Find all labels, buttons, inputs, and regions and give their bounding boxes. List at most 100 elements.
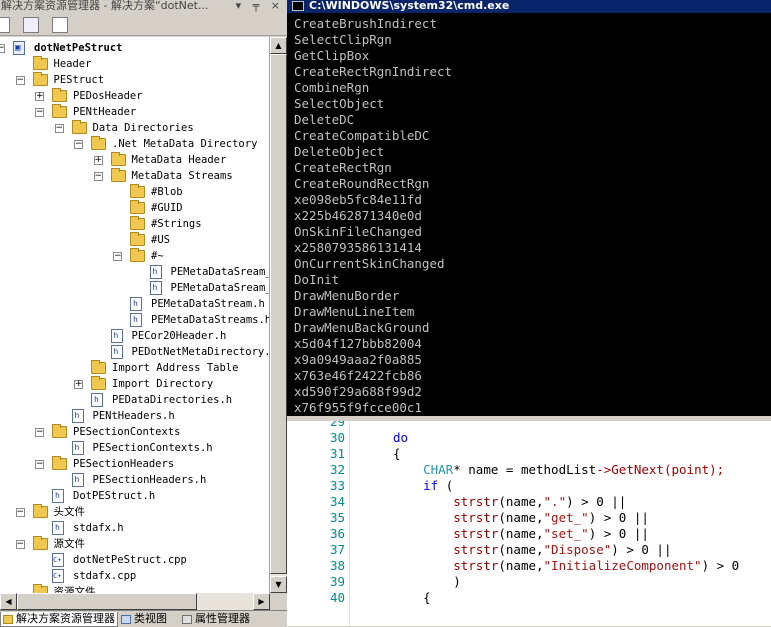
expand-icon[interactable]: +	[93, 156, 103, 165]
tree-item[interactable]: dotNetPeStruct.cpp	[0, 552, 269, 568]
tree-item[interactable]: − PENtHeader	[0, 104, 269, 120]
expand-icon[interactable]: +	[74, 380, 83, 389]
console-output[interactable]: CreateBrushIndirect SelectClipRgn GetClipB…	[287, 13, 771, 416]
tree-item[interactable]: − PEStruct	[0, 72, 269, 88]
scroll-right-icon[interactable]: ▶	[253, 593, 270, 610]
tab-solution-explorer[interactable]: 解决方案资源管理器	[0, 612, 118, 627]
code-line[interactable]: if (	[393, 478, 453, 494]
tree-item-label: dotNetPeStruct	[34, 42, 123, 54]
collapse-icon[interactable]: −	[35, 460, 44, 469]
code-line[interactable]: strstr(name,"Dispose") > 0 ||	[393, 542, 671, 558]
project-icon	[13, 41, 25, 55]
collapse-icon[interactable]: −	[15, 76, 25, 85]
line-number: 29	[329, 421, 345, 429]
tree-item[interactable]: PEDotNetMetaDirectory.h	[0, 344, 269, 360]
tree-item[interactable]: PEMetaDataStream.h	[0, 296, 269, 312]
scroll-up-icon[interactable]: ▲	[270, 37, 287, 54]
tree-item[interactable]: PEMetaDataStreams.h	[0, 312, 269, 328]
code-line[interactable]: CHAR* name = methodList->GetNext(point);	[393, 462, 724, 478]
tree-item[interactable]: #Strings	[0, 216, 269, 232]
console-line: x2580793586131414	[294, 240, 422, 255]
open-folder-icon	[32, 504, 48, 518]
code-editor[interactable]: 29 30 do 31 {32 CHAR* name = methodList->Get…	[287, 421, 771, 626]
tree-item[interactable]: − #~	[0, 248, 269, 264]
tree-item[interactable]: − 头文件	[0, 504, 269, 520]
right-area: C:\WINDOWS\system32\cmd.exe CreateBrushI…	[287, 0, 771, 626]
panel-window-controls[interactable]: ▾ ╤ ×	[236, 0, 284, 12]
tree-item[interactable]: PECor20Header.h	[0, 328, 269, 344]
show-all-files-icon[interactable]	[23, 17, 39, 33]
tree-item[interactable]: − .Net MetaData Directory	[0, 136, 269, 152]
tree-item[interactable]: #GUID	[0, 200, 269, 216]
collapse-icon[interactable]: −	[35, 428, 44, 437]
console-line: OnCurrentSkinChanged	[294, 256, 445, 271]
code-token: "."	[543, 494, 567, 509]
scroll-left-icon[interactable]: ◀	[0, 593, 17, 610]
tree-item[interactable]: #US	[0, 232, 269, 248]
code-line[interactable]: strstr(name,"get_") > 0 ||	[393, 510, 649, 526]
scroll-thumb[interactable]	[270, 54, 287, 574]
collapse-icon[interactable]: −	[15, 508, 25, 517]
tree-item[interactable]: stdafx.cpp	[0, 568, 269, 584]
horizontal-scroll-thumb[interactable]	[17, 593, 197, 610]
tree-horizontal-scrollbar[interactable]: ◀ ▶	[0, 593, 270, 610]
tab-class-view[interactable]: 类视图	[119, 612, 179, 627]
tree-item[interactable]: + PEDosHeader	[0, 88, 269, 104]
code-line[interactable]: strstr(name,".") > 0 ||	[393, 494, 626, 510]
tree-item[interactable]: PEDataDirectories.h	[0, 392, 269, 408]
refresh-icon[interactable]	[52, 17, 68, 33]
tree-item[interactable]: PESectionContexts.h	[0, 440, 269, 456]
console-line: CombineRgn	[294, 80, 370, 95]
tree-item[interactable]: − Data Directories	[0, 120, 269, 136]
tree-item[interactable]: 资源文件	[0, 584, 269, 593]
tree-item[interactable]: stdafx.h	[0, 520, 269, 536]
expand-icon[interactable]: +	[35, 92, 44, 101]
properties-icon[interactable]	[0, 17, 10, 33]
tree-item[interactable]: Header	[0, 56, 269, 72]
folder-icon	[130, 200, 145, 214]
collapse-icon[interactable]: −	[113, 252, 122, 261]
collapse-icon[interactable]: −	[54, 124, 64, 133]
tree-item[interactable]: PEMetaDataSream_	[0, 264, 269, 280]
tree-item-label: PEDosHeader	[73, 90, 143, 102]
tree-item[interactable]: − 源文件	[0, 536, 269, 552]
code-line[interactable]: strstr(name,"set_") > 0 ||	[393, 526, 649, 542]
solution-explorer-title-bar[interactable]: 解决方案资源管理器 - 解决方案“dotNet... ▾ ╤ ×	[0, 0, 287, 14]
tree-item[interactable]: PESectionHeaders.h	[0, 472, 269, 488]
tree-item[interactable]: − MetaData Streams	[0, 168, 269, 184]
line-number: 35	[329, 510, 345, 525]
solution-explorer-panel: 解决方案资源管理器 - 解决方案“dotNet... ▾ ╤ × − dotNet…	[0, 0, 287, 627]
open-folder-icon	[52, 424, 67, 438]
scroll-down-icon[interactable]: ▼	[270, 576, 287, 593]
tree-item[interactable]: DotPEStruct.h	[0, 488, 269, 504]
code-line[interactable]: {	[393, 590, 431, 606]
tree-item[interactable]: − PESectionHeaders	[0, 456, 269, 472]
cmd-window-title-bar[interactable]: C:\WINDOWS\system32\cmd.exe	[287, 0, 771, 13]
collapse-icon[interactable]: −	[35, 108, 44, 117]
tree-item[interactable]: Import Address Table	[0, 360, 269, 376]
code-token: ) > 0 ||	[566, 494, 627, 509]
header-file-icon	[149, 281, 162, 295]
tab-property-manager[interactable]: 属性管理器	[180, 612, 285, 627]
solution-explorer-title: 解决方案资源管理器 - 解决方案“dotNet...	[1, 0, 209, 12]
tree-vertical-scrollbar[interactable]: ▲ ▼	[270, 37, 287, 593]
code-line[interactable]: )	[393, 574, 461, 590]
collapse-icon[interactable]: −	[93, 172, 103, 181]
folder-icon	[130, 232, 145, 246]
tree-item[interactable]: − dotNetPeStruct	[0, 40, 269, 56]
code-line[interactable]: {	[393, 446, 401, 462]
tree-item-label: 资源文件	[53, 586, 96, 593]
code-line[interactable]: strstr(name,"InitializeComponent") > 0	[393, 558, 739, 574]
collapse-icon[interactable]: −	[74, 140, 83, 149]
collapse-icon[interactable]: −	[15, 540, 25, 549]
folder-icon	[91, 376, 106, 390]
tree-item[interactable]: PENtHeaders.h	[0, 408, 269, 424]
folder-icon	[32, 56, 48, 70]
collapse-icon[interactable]: −	[0, 44, 5, 53]
tree-item[interactable]: + Import Directory	[0, 376, 269, 392]
tree-item[interactable]: + MetaData Header	[0, 152, 269, 168]
tree-item[interactable]: PEMetaDataSream_	[0, 280, 269, 296]
code-line[interactable]: do	[393, 430, 408, 446]
tree-item[interactable]: − PESectionContexts	[0, 424, 269, 440]
tree-item[interactable]: #Blob	[0, 184, 269, 200]
